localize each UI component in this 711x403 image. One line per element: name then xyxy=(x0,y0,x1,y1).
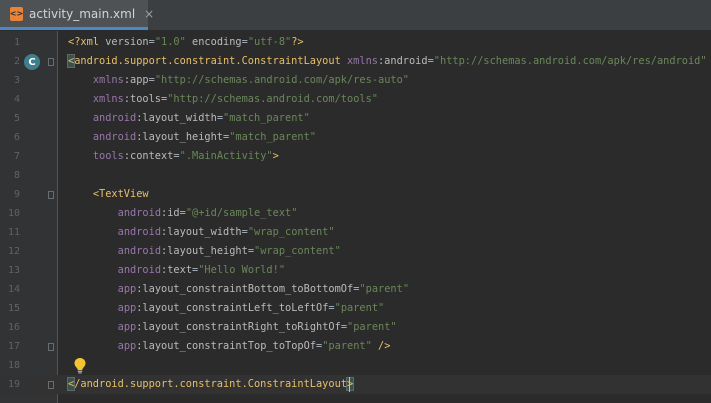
lightbulb-icon[interactable] xyxy=(73,357,87,374)
code-line[interactable]: 2 <android.support.constraint.ConstraintL… xyxy=(0,52,711,71)
code-line[interactable]: 9 <TextView xyxy=(0,185,711,204)
line-number: 10 xyxy=(7,208,20,219)
xml-file-icon: <> xyxy=(10,6,23,21)
line-number: 13 xyxy=(7,265,20,276)
code-text: tools:context=".MainActivity"> xyxy=(92,150,279,162)
code-text: <?xml version="1.0" encoding="utf-8"?> xyxy=(68,36,304,48)
tab-activity-main-xml[interactable]: <> activity_main.xml × xyxy=(0,0,154,30)
code-line[interactable]: 12 android:layout_height="wrap_content" xyxy=(0,242,711,261)
line-number: 9 xyxy=(13,189,20,200)
code-line[interactable]: 10 android:id="@+id/sample_text" xyxy=(0,204,711,223)
code-line[interactable]: 4 xmlns:tools="http://schemas.android.co… xyxy=(0,90,711,109)
code-line[interactable]: 14 app:layout_constraintBottom_toBottomO… xyxy=(0,280,711,299)
code-line[interactable]: 18 xyxy=(0,356,711,375)
code-line[interactable]: 13 android:text="Hello World!" xyxy=(0,261,711,280)
code-text: android:id="@+id/sample_text" xyxy=(117,207,298,219)
code-text: android:text="Hello World!" xyxy=(117,264,286,276)
line-number: 3 xyxy=(13,75,20,86)
code-line[interactable]: 15 app:layout_constraintLeft_toLeftOf="p… xyxy=(0,299,711,318)
code-text: android:layout_height="match_parent" xyxy=(92,131,317,143)
code-line[interactable]: 5 android:layout_width="match_parent" xyxy=(0,109,711,128)
code-text: app:layout_constraintBottom_toBottomOf="… xyxy=(117,283,410,295)
line-number: 14 xyxy=(7,284,20,295)
code-text: android:layout_width="match_parent" xyxy=(92,112,310,124)
line-number: 18 xyxy=(7,360,20,371)
code-line[interactable]: 3 xmlns:app="http://schemas.android.com/… xyxy=(0,71,711,90)
code-text: app:layout_constraintLeft_toLeftOf="pare… xyxy=(117,302,385,314)
fold-marker-icon[interactable] xyxy=(48,343,54,351)
line-number: 16 xyxy=(7,322,20,333)
line-number: 2 xyxy=(13,56,20,67)
code-text: android:layout_width="wrap_content" xyxy=(117,226,335,238)
line-number: 5 xyxy=(13,113,20,124)
code-text: xmlns:tools="http://schemas.android.com/… xyxy=(92,93,378,105)
line-number: 6 xyxy=(13,132,20,143)
code-line[interactable]: 8 xyxy=(0,166,711,185)
code-text: <android.support.constraint.ConstraintLa… xyxy=(66,54,707,68)
line-number: 7 xyxy=(13,151,20,162)
code-line[interactable]: 19 </android.support.constraint.Constrain… xyxy=(0,375,711,394)
line-number: 8 xyxy=(13,170,20,181)
line-number: 19 xyxy=(7,379,20,390)
code-line[interactable]: 17 app:layout_constraintTop_toTopOf="par… xyxy=(0,337,711,356)
code-line[interactable]: 1 <?xml version="1.0" encoding="utf-8"?> xyxy=(0,33,711,52)
line-number: 11 xyxy=(7,227,20,238)
fold-marker-icon[interactable] xyxy=(48,58,54,66)
line-number: 4 xyxy=(13,94,20,105)
code-editor[interactable]: 1 <?xml version="1.0" encoding="utf-8"?> 2… xyxy=(0,31,711,403)
tab-label: activity_main.xml xyxy=(29,6,136,21)
code-text: app:layout_constraintTop_toTopOf="parent… xyxy=(117,340,391,352)
fold-marker-icon[interactable] xyxy=(48,381,54,389)
code-line[interactable]: 16 app:layout_constraintRight_toRightOf=… xyxy=(0,318,711,337)
fold-marker-icon[interactable] xyxy=(48,191,54,199)
line-number: 17 xyxy=(7,341,20,352)
code-line[interactable]: 11 android:layout_width="wrap_content" xyxy=(0,223,711,242)
code-line[interactable]: 7 tools:context=".MainActivity"> xyxy=(0,147,711,166)
editor-tab-bar: <> activity_main.xml × xyxy=(0,0,711,31)
code-text: app:layout_constraintRight_toRightOf="pa… xyxy=(117,321,397,333)
line-number: 1 xyxy=(13,37,20,48)
close-icon[interactable]: × xyxy=(144,7,154,21)
code-text: <TextView xyxy=(92,188,149,200)
code-text: </android.support.constraint.ConstraintL… xyxy=(66,377,355,391)
code-text: android:layout_height="wrap_content" xyxy=(117,245,341,257)
code-text: xmlns:app="http://schemas.android.com/ap… xyxy=(92,74,409,86)
code-line[interactable]: 6 android:layout_height="match_parent" xyxy=(0,128,711,147)
line-number: 15 xyxy=(7,303,20,314)
class-gutter-icon[interactable]: C xyxy=(24,54,40,70)
text-cursor xyxy=(349,377,350,392)
line-number: 12 xyxy=(7,246,20,257)
